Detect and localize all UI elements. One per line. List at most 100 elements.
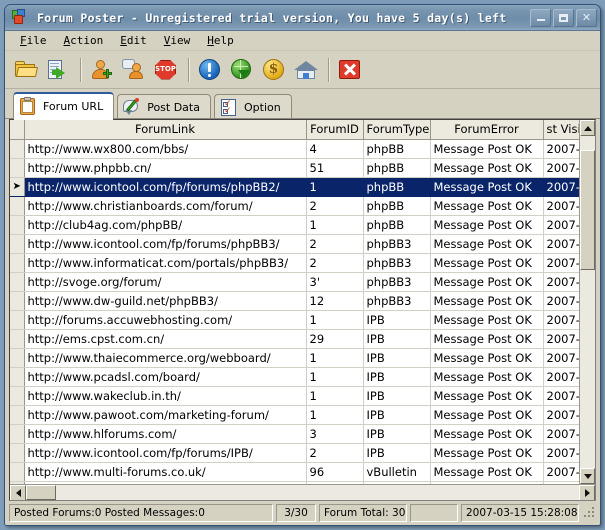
table-row[interactable]: http://svoge.org/forum/3' phpBB3 Message P… [10, 272, 579, 292]
globe-download-button[interactable] [227, 55, 257, 85]
cell-link[interactable]: http://www.phpbb.cn/ [24, 158, 307, 178]
menu-item-help[interactable]: Help [199, 33, 243, 48]
row-marker[interactable] [10, 272, 25, 292]
row-marker[interactable] [10, 348, 25, 368]
table-row[interactable]: http://www.wakeclub.in.th/1 IPB Message Po… [10, 386, 579, 406]
cell-date[interactable]: 2007-03 [543, 310, 579, 330]
column-header-forumlink[interactable]: ForumLink [24, 120, 307, 140]
table-row[interactable]: http://www.wx800.com/bbs/4 phpBB Message P… [10, 139, 579, 159]
info-button[interactable] [195, 55, 225, 85]
cell-type[interactable]: vBulletin [363, 462, 431, 482]
cell-link[interactable]: http://www.icontool.com/fp/forums/phpBB2… [24, 177, 307, 197]
row-marker[interactable] [10, 196, 25, 216]
row-marker[interactable] [10, 253, 25, 273]
cell-date[interactable]: 2007-03 [543, 329, 579, 349]
cell-type[interactable]: IPB [363, 367, 431, 387]
table-row[interactable]: http://www.phpbb.cn/51 phpBB Message Post … [10, 158, 579, 178]
table-row[interactable]: http://www.informaticat.com/portals/phpB… [10, 253, 579, 273]
cell-id[interactable]: 2 [306, 443, 364, 463]
cell-link[interactable]: http://www.wakeclub.in.th/ [24, 386, 307, 406]
cell-link[interactable]: http://www.hlforums.com/ [24, 424, 307, 444]
row-marker[interactable]: ➤ [10, 177, 25, 197]
cell-type[interactable]: phpBB3 [363, 253, 431, 273]
scroll-down-button[interactable] [580, 468, 595, 484]
cell-date[interactable]: 2007-03 [543, 291, 579, 311]
cell-error[interactable]: Message Post OK [430, 253, 544, 273]
cell-id[interactable]: 2 [306, 253, 364, 273]
cell-date[interactable]: 2007-03 [543, 462, 579, 482]
cell-error[interactable]: Message Post OK [430, 367, 544, 387]
table-row[interactable]: http://www.icontool.com/fp/forums/phpBB3… [10, 234, 579, 254]
cell-error[interactable]: Message Post OK [430, 386, 544, 406]
row-marker[interactable] [10, 291, 25, 311]
table-row[interactable]: http://www.pcadsl.com/board/1 IPB Message … [10, 367, 579, 387]
cell-id[interactable]: 1 [306, 177, 364, 197]
tab-forum-url[interactable]: Forum URL [13, 92, 115, 120]
cell-id[interactable]: 29 [306, 329, 364, 349]
tab-option[interactable]: ✓ ✓ Option [213, 94, 292, 119]
tab-post-data[interactable]: Post Data [117, 94, 211, 119]
cell-id[interactable]: 1 [306, 367, 364, 387]
cell-link[interactable]: http://club4ag.com/phpBB/ [24, 215, 307, 235]
cell-link[interactable]: http://www.multi-forums.co.uk/ [24, 462, 307, 482]
cell-type[interactable]: phpBB3 [363, 272, 431, 292]
cell-date[interactable]: 2007-03 [543, 215, 579, 235]
maximize-button[interactable] [553, 8, 574, 27]
cell-link[interactable]: http://forums.accuwebhosting.com/ [24, 310, 307, 330]
table-row[interactable]: ➤ http://www.icontool.com/fp/forums/phpBB… [10, 177, 579, 197]
resize-grip[interactable] [584, 507, 596, 519]
menu-item-file[interactable]: File [12, 33, 56, 48]
cell-date[interactable]: 2007-03 [543, 367, 579, 387]
cell-type[interactable]: IPB [363, 424, 431, 444]
cell-type[interactable]: IPB [363, 386, 431, 406]
cell-date[interactable]: 2007-03 [543, 348, 579, 368]
cell-date[interactable]: 2007-03 [543, 234, 579, 254]
cell-id[interactable]: 3' [306, 272, 364, 292]
cell-link[interactable]: http://ems.cpst.com.cn/ [24, 329, 307, 349]
cell-type[interactable]: phpBB [363, 177, 431, 197]
horizontal-scroll-track[interactable] [26, 485, 579, 500]
cell-id[interactable]: 1 [306, 348, 364, 368]
row-marker[interactable] [10, 158, 25, 178]
add-user-button[interactable] [87, 55, 117, 85]
table-row[interactable]: http://www.dw-guild.net/phpBB3/12 phpBB3 M… [10, 291, 579, 311]
cell-link[interactable]: http://www.icontool.com/fp/forums/phpBB3… [24, 234, 307, 254]
menu-item-action[interactable]: Action [56, 33, 113, 48]
home-button[interactable] [291, 55, 321, 85]
cell-date[interactable]: 2007-03 [543, 386, 579, 406]
cell-error[interactable]: Message Post OK [430, 329, 544, 349]
table-row[interactable]: http://www.icontool.com/fp/forums/IPB/2 I… [10, 443, 579, 463]
cell-link[interactable]: http://www.dw-guild.net/phpBB3/ [24, 291, 307, 311]
cell-date[interactable]: 2007-03 [543, 196, 579, 216]
scroll-right-button[interactable] [579, 485, 595, 500]
cell-id[interactable]: 1 [306, 405, 364, 425]
cell-type[interactable]: phpBB [363, 139, 431, 159]
column-header-forumerror[interactable]: ForumError [430, 120, 544, 140]
cell-error[interactable]: Message Post OK [430, 424, 544, 444]
cell-link[interactable]: http://svoge.org/forum/ [24, 272, 307, 292]
cell-error[interactable]: Message Post OK [430, 272, 544, 292]
cell-type[interactable]: IPB [363, 310, 431, 330]
row-marker[interactable] [10, 386, 25, 406]
row-marker[interactable] [10, 310, 25, 330]
vertical-scroll-track[interactable] [580, 136, 595, 468]
cell-date[interactable]: 2007-03 [543, 253, 579, 273]
cell-link[interactable]: http://www.wx800.com/bbs/ [24, 139, 307, 159]
cell-id[interactable]: 1 [306, 386, 364, 406]
cell-link[interactable]: http://www.thaiecommerce.org/webboard/ [24, 348, 307, 368]
cell-error[interactable]: Message Post OK [430, 348, 544, 368]
cell-error[interactable]: Message Post OK [430, 405, 544, 425]
open-folder-button[interactable] [11, 55, 41, 85]
cell-type[interactable]: phpBB [363, 158, 431, 178]
scroll-left-button[interactable] [10, 485, 26, 500]
cell-id[interactable]: 12 [306, 291, 364, 311]
cell-type[interactable]: IPB [363, 443, 431, 463]
close-button[interactable]: ✕ [576, 8, 597, 27]
row-marker[interactable] [10, 424, 25, 444]
dollar-coin-button[interactable]: $ [259, 55, 289, 85]
cell-date[interactable]: 2007-03 [543, 158, 579, 178]
cell-error[interactable]: Message Post OK [430, 462, 544, 482]
row-marker[interactable] [10, 139, 25, 159]
cell-type[interactable]: phpBB [363, 196, 431, 216]
table-row[interactable]: http://www.thaiecommerce.org/webboard/1 I… [10, 348, 579, 368]
